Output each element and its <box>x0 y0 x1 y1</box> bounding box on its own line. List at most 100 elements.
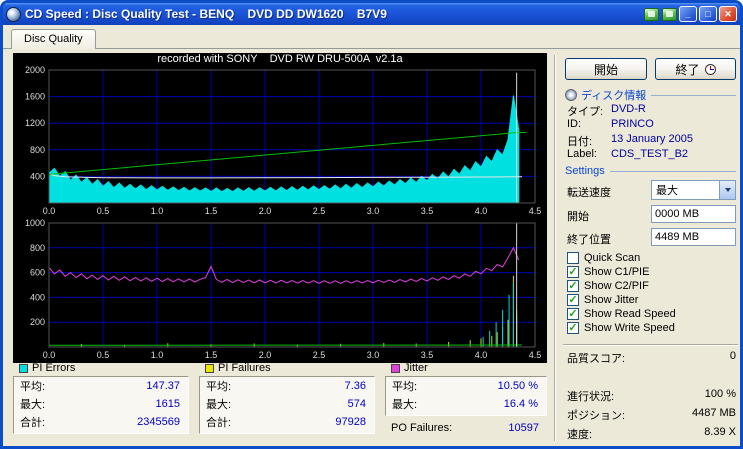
svg-text:2000: 2000 <box>25 66 45 75</box>
stats-row-label: 最大: <box>206 396 231 412</box>
checkbox-show-jitter[interactable]: ✓Show Jitter <box>567 293 638 306</box>
start-button[interactable]: 開始 <box>565 58 647 80</box>
svg-text:1.5: 1.5 <box>205 350 218 360</box>
checkbox-box-icon[interactable] <box>567 252 579 264</box>
disc-info-value: DVD-R <box>611 103 646 119</box>
stats-row-value: 574 <box>348 398 366 410</box>
checkbox-box-icon[interactable]: ✓ <box>567 266 579 278</box>
legend-jitter: Jitter <box>391 362 428 374</box>
settings-header-label: Settings <box>565 165 605 177</box>
quality-score-row: 品質スコア: 0 <box>567 350 736 366</box>
stats-row-value: 147.37 <box>146 380 180 392</box>
svg-text:600: 600 <box>30 268 45 278</box>
svg-text:800: 800 <box>30 145 45 155</box>
chart-panel: recorded with SONY DVD RW DRU-500A v2.1a… <box>13 53 547 363</box>
chevron-down-icon[interactable] <box>719 181 735 199</box>
stats-row-value: 10.50 % <box>498 380 538 392</box>
svg-text:0.0: 0.0 <box>43 206 56 216</box>
disc-info-header-line <box>651 95 736 96</box>
svg-text:200: 200 <box>30 317 45 327</box>
legend-pi-failures: PI Failures <box>205 362 271 374</box>
svg-text:2.0: 2.0 <box>259 206 272 216</box>
status-row-: 進行状況:100 % <box>567 388 736 404</box>
tab-panel-border <box>3 48 740 49</box>
stats-row-label: 最大: <box>20 396 45 412</box>
checkbox-label: Quick Scan <box>584 252 640 264</box>
checkbox-box-icon[interactable]: ✓ <box>567 322 579 334</box>
stats-box-pi-errors: 平均:147.37最大: 1615 合計: 2345569 <box>13 376 189 434</box>
stats-row-value: 7.36 <box>345 380 366 392</box>
disc-info-row-id: ID:PRINCO <box>567 118 654 130</box>
quality-score-value: 0 <box>730 350 736 366</box>
stats-row: 最大: 574 <box>200 395 374 413</box>
disc-info-value: 13 January 2005 <box>611 133 693 149</box>
window-title: CD Speed : Disc Quality Test - BENQ DVD … <box>25 7 641 21</box>
stats-row: 平均: 7.36 <box>200 377 374 395</box>
svg-text:0.0: 0.0 <box>43 350 56 360</box>
stats-row-label: 最大: <box>392 396 417 412</box>
disc-info-header: ディスク情報 <box>565 87 736 103</box>
transfer-speed-combobox[interactable]: 最大 <box>651 180 736 200</box>
legend-pi-errors: PI Errors <box>19 362 75 374</box>
start-position-input[interactable] <box>651 205 736 223</box>
svg-text:3.5: 3.5 <box>421 206 434 216</box>
checkbox-show-write-speed[interactable]: ✓ Show Write Speed <box>567 321 675 334</box>
end-position-input[interactable] <box>651 228 736 246</box>
stats-row-value: 2345569 <box>137 416 180 428</box>
checkbox-show-c1-pie[interactable]: ✓ Show C1/PIE <box>567 265 649 278</box>
svg-text:2.5: 2.5 <box>313 206 326 216</box>
svg-text:0.5: 0.5 <box>97 350 110 360</box>
checkbox-label: Show Write Speed <box>584 322 675 334</box>
stats-row-value: 1615 <box>156 398 180 410</box>
close-button[interactable]: ✕ <box>719 6 737 22</box>
svg-text:400: 400 <box>30 171 45 181</box>
stats-row-label: 合計: <box>20 414 45 430</box>
svg-text:4.5: 4.5 <box>529 206 542 216</box>
checkbox-box-icon[interactable]: ✓ <box>567 294 579 306</box>
po-failures-value: 10597 <box>508 422 539 434</box>
checkbox-box-icon[interactable]: ✓ <box>567 280 579 292</box>
checkbox-show-read-speed[interactable]: ✓Show Read Speed <box>567 307 676 320</box>
checkbox-label: Show C2/PIF <box>584 280 649 292</box>
legend-title: Jitter <box>404 362 428 374</box>
end-position-label: 終了位置 <box>567 231 611 247</box>
pie-speed-chart: 4008001200160020000.00.51.01.52.02.53.03… <box>13 66 547 217</box>
svg-text:3.5: 3.5 <box>421 350 434 360</box>
minimize-button[interactable]: _ <box>679 6 697 22</box>
svg-text:1000: 1000 <box>25 219 45 228</box>
status-label: ポジション: <box>567 407 625 423</box>
titlebar[interactable]: CD Speed : Disc Quality Test - BENQ DVD … <box>3 3 740 25</box>
svg-text:2.5: 2.5 <box>313 350 326 360</box>
po-failures-label: PO Failures: <box>391 422 452 434</box>
maximize-button[interactable]: □ <box>699 6 717 22</box>
status-row-: 速度:8.39 X <box>567 426 736 442</box>
start-button-label: 開始 <box>594 61 618 78</box>
titlebar-extra-icon-2[interactable] <box>662 8 677 21</box>
disc-info-label: 日付: <box>567 133 611 149</box>
transfer-speed-label: 転送速度 <box>567 184 611 200</box>
disc-info-row-: 日付:13 January 2005 <box>567 133 693 149</box>
svg-text:1.0: 1.0 <box>151 206 164 216</box>
clock-icon <box>705 64 716 75</box>
checkbox-show-c2-pif[interactable]: ✓ Show C2/PIF <box>567 279 649 292</box>
tab-disc-quality[interactable]: Disc Quality <box>11 29 96 49</box>
exit-button[interactable]: 終了 <box>655 58 736 80</box>
stats-row: 最大: 1615 <box>14 395 188 413</box>
svg-text:4.5: 4.5 <box>529 350 542 360</box>
svg-text:800: 800 <box>30 243 45 253</box>
checkbox-label: Show C1/PIE <box>584 266 649 278</box>
stats-row: 平均:147.37 <box>14 377 188 395</box>
status-label: 進行状況: <box>567 388 614 404</box>
svg-text:1.5: 1.5 <box>205 206 218 216</box>
status-label: 速度: <box>567 426 592 442</box>
status-value: 4487 MB <box>692 407 736 423</box>
stats-row-label: 平均: <box>206 378 231 394</box>
disc-info-label: タイプ: <box>567 103 611 119</box>
svg-text:1200: 1200 <box>25 118 45 128</box>
stats-row: 平均:10.50 % <box>386 377 546 395</box>
checkbox-box-icon[interactable]: ✓ <box>567 308 579 320</box>
stats-box-jitter: 平均:10.50 %最大:16.4 % <box>385 376 547 416</box>
checkbox-quick-scan[interactable]: Quick Scan <box>567 251 640 264</box>
score-divider <box>563 344 738 345</box>
titlebar-extra-icon-1[interactable] <box>644 8 659 21</box>
